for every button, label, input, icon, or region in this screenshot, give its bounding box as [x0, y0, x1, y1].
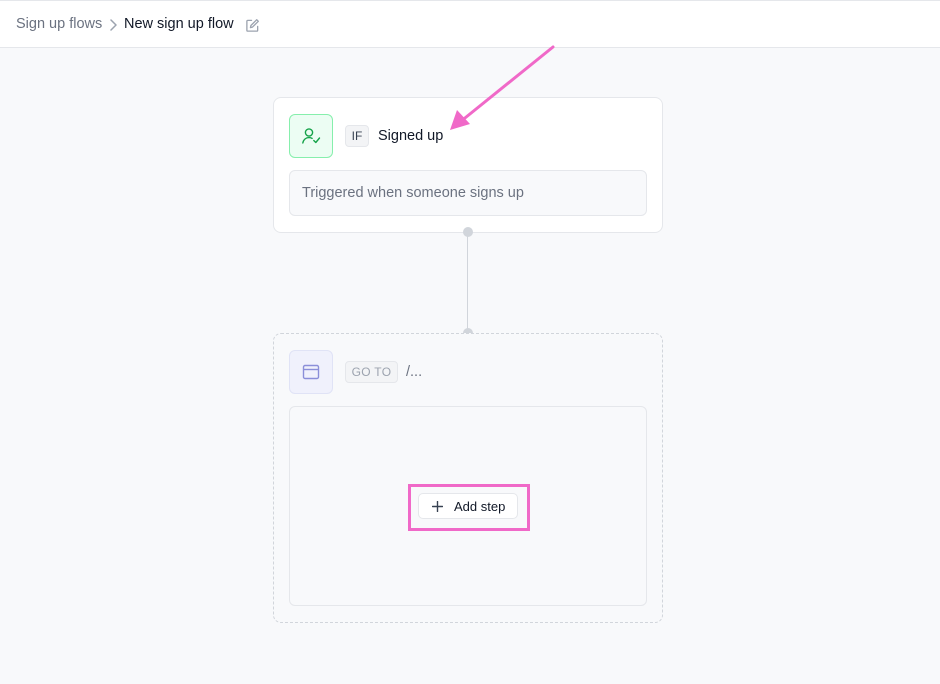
goto-path[interactable]: /... [406, 364, 422, 380]
goto-icon-box [289, 350, 333, 394]
plus-icon [432, 501, 443, 512]
add-step-label: Add step [454, 499, 506, 514]
annotation-arrow-icon [450, 45, 555, 130]
add-step-button[interactable]: Add step [418, 493, 518, 519]
connector-dot-top [463, 227, 473, 237]
trigger-description: Triggered when someone signs up [289, 170, 647, 216]
connector-line [467, 232, 468, 333]
trigger-title: Signed up [378, 128, 444, 144]
if-tag: IF [345, 125, 369, 147]
breadcrumb-current-flow: New sign up flow [124, 16, 234, 32]
chevron-right-icon [110, 19, 117, 31]
goto-card[interactable]: GO TO /... [273, 333, 663, 623]
user-check-icon [302, 128, 321, 144]
trigger-icon-box [289, 114, 333, 158]
goto-tag: GO TO [345, 361, 398, 383]
browser-window-icon [302, 364, 320, 380]
breadcrumb-sign-up-flows[interactable]: Sign up flows [16, 16, 102, 32]
edit-icon[interactable] [245, 18, 260, 33]
